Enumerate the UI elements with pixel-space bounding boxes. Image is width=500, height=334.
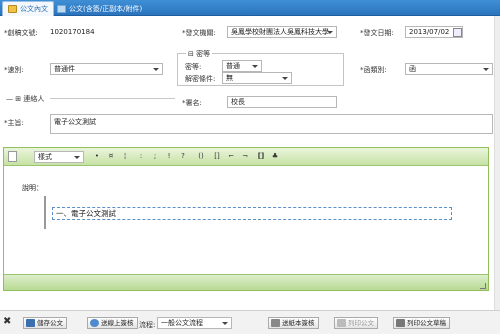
send-icon: [90, 319, 99, 327]
subject-input[interactable]: 電子公文測試: [50, 114, 493, 134]
editor-statusbar: [4, 274, 488, 290]
secret-level-value: 普通: [226, 62, 240, 70]
flow-select[interactable]: 一般公文流程: [157, 317, 232, 329]
type-label: *速別:: [4, 66, 24, 74]
declass-value: 無: [226, 74, 233, 82]
bracket-button[interactable]: []: [212, 151, 222, 162]
action-footer: ✖ 儲存公文 送線上簽核 流程: 一般公文流程 送紙本簽核 列印公文 列印公文草…: [0, 310, 500, 334]
secret-level-select[interactable]: 普通: [222, 60, 262, 72]
new-document-icon[interactable]: [8, 151, 17, 162]
style-select[interactable]: 樣式: [34, 151, 84, 163]
print-icon: [396, 319, 405, 327]
doc-no-label: *創稿文號:: [4, 29, 38, 37]
editor-item[interactable]: 一、電子公文測試: [52, 207, 452, 220]
flow-value: 一般公文流程: [161, 319, 203, 327]
tab-label: 公文(含簽/正副本/附件): [69, 4, 143, 13]
document-icon: [8, 5, 17, 13]
question-button[interactable]: ?: [178, 151, 188, 162]
flow-label: 流程:: [139, 321, 156, 329]
editor-heading: 說明：: [22, 184, 43, 192]
paper-approval-button[interactable]: 送紙本簽核: [268, 317, 319, 329]
resize-handle-icon[interactable]: [480, 283, 486, 289]
tab-label: 公文內文: [20, 5, 48, 13]
tab-document-full[interactable]: 公文(含簽/正副本/附件): [52, 1, 147, 16]
document-icon: [57, 4, 66, 13]
secret-legend: ⊟ 密等: [186, 49, 213, 59]
contact-divider: [50, 98, 175, 99]
issuer-select[interactable]: 吳鳳學校財團法人吳鳳科技大學: [227, 26, 337, 38]
print-icon: [337, 319, 346, 327]
tab-bar: 公文內文 公文(含簽/正副本/附件): [0, 0, 500, 16]
date-value: 2013/07/02: [409, 28, 450, 36]
issuer-label: *發文機關:: [182, 29, 216, 37]
chevron-down-icon: [74, 156, 80, 159]
category-value: 函: [409, 65, 416, 73]
chevron-down-icon: [483, 68, 489, 71]
semicolon-button[interactable]: ;: [150, 151, 160, 162]
style-value: 樣式: [38, 153, 52, 161]
bar-button[interactable]: ¦: [120, 151, 130, 162]
chevron-down-icon: [153, 68, 159, 71]
print-draft-button[interactable]: 列印公文草稿: [393, 317, 450, 329]
chevron-down-icon: [282, 77, 288, 80]
type-value: 普通件: [54, 65, 75, 73]
subject-label: *主旨:: [4, 119, 24, 127]
rich-text-editor: 樣式 • ¤ ¦ : ; ! ? () [] ⌐ ¬ [] ♣ 說明： 一、電子…: [3, 147, 489, 291]
chevron-down-icon: [252, 65, 258, 68]
tree-icon[interactable]: ♣: [270, 151, 280, 162]
colon-button[interactable]: :: [136, 151, 146, 162]
paren-button[interactable]: (): [196, 151, 206, 162]
declass-label: 解密條件:: [185, 75, 216, 83]
print-button[interactable]: 列印公文: [334, 317, 378, 329]
editor-toolbar: 樣式 • ¤ ¦ : ; ! ? () [] ⌐ ¬ [] ♣: [4, 148, 488, 166]
paper-icon: [271, 319, 280, 327]
declass-select[interactable]: 無: [222, 72, 292, 84]
issuer-value: 吳鳳學校財團法人吳鳳科技大學: [231, 28, 329, 36]
date-label: *發文日期:: [360, 29, 394, 37]
category-label: *函類別:: [360, 66, 387, 74]
category-select[interactable]: 函: [405, 63, 493, 75]
bullet-button[interactable]: •: [92, 151, 102, 162]
contact-legend[interactable]: — ⊞ 連絡人: [6, 94, 44, 104]
circle-button[interactable]: ¤: [106, 151, 116, 162]
quote-open-button[interactable]: ⌐: [226, 151, 236, 162]
exclaim-button[interactable]: !: [164, 151, 174, 162]
scrollbar[interactable]: [494, 16, 500, 310]
quote-bar: [44, 196, 46, 229]
save-icon: [26, 319, 35, 327]
collapse-icon[interactable]: ✖: [3, 317, 11, 327]
doc-no-value: 1020170184: [50, 28, 95, 36]
signer-value: 校長: [231, 98, 245, 106]
secret-level-label: 密等:: [185, 63, 202, 71]
submit-online-button[interactable]: 送線上簽核: [87, 317, 138, 329]
tab-document-body[interactable]: 公文內文: [2, 1, 54, 16]
signer-input[interactable]: 校長: [227, 96, 337, 108]
subject-value: 電子公文測試: [54, 118, 96, 126]
save-button[interactable]: 儲存公文: [23, 317, 67, 329]
quote-close-button[interactable]: ¬: [240, 151, 250, 162]
square-bracket-button[interactable]: []: [256, 151, 266, 162]
signer-label: *署名:: [182, 99, 202, 107]
chevron-down-icon: [327, 31, 333, 34]
type-select[interactable]: 普通件: [50, 63, 163, 75]
chevron-down-icon: [222, 322, 228, 325]
calendar-icon[interactable]: [453, 28, 462, 37]
